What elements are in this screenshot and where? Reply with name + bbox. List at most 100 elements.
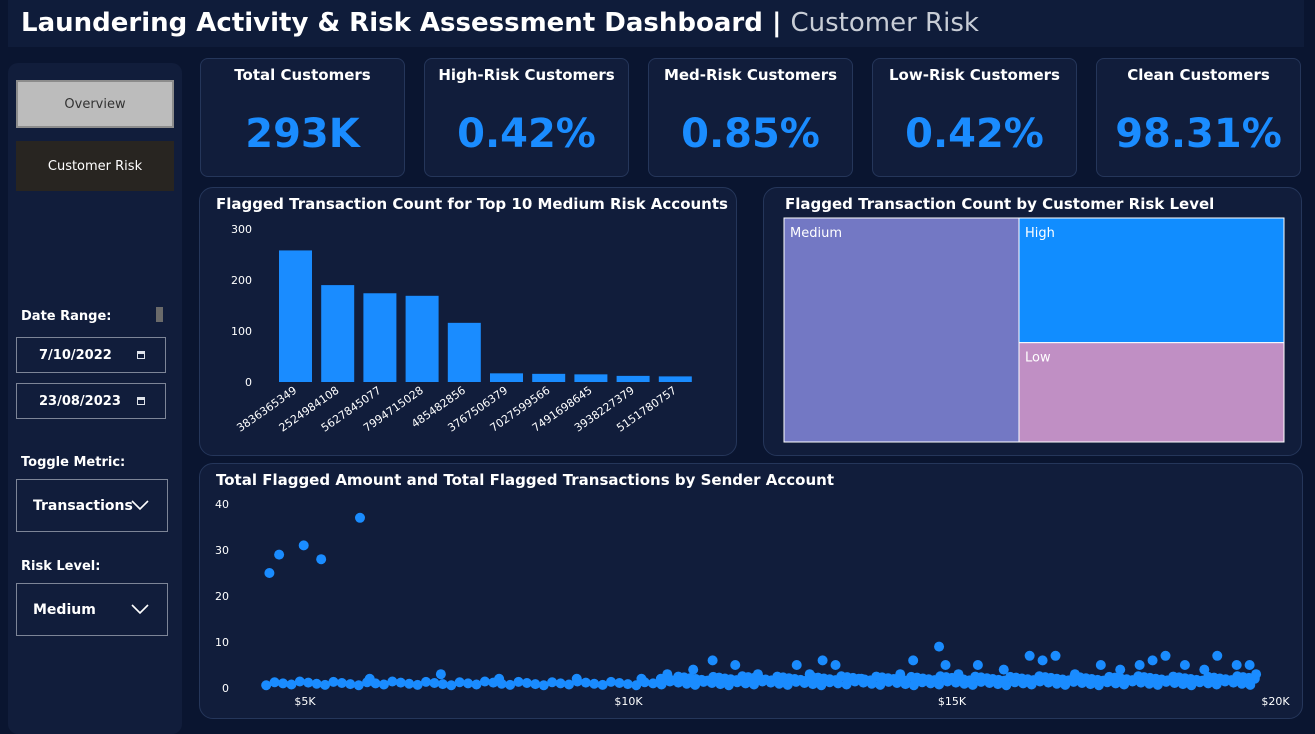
scatter-point[interactable]	[395, 677, 406, 688]
scatter-point[interactable]	[571, 673, 582, 684]
calendar-icon[interactable]	[137, 351, 145, 359]
title-bar: Laundering Activity & Risk Assessment Da…	[8, 0, 1304, 47]
y-tick-label: 10	[215, 636, 229, 649]
bar[interactable]	[574, 374, 608, 382]
scatter-point[interactable]	[336, 677, 347, 688]
scatter-point[interactable]	[972, 660, 983, 670]
scatter-point[interactable]	[387, 676, 398, 687]
end-date-value: 23/08/2023	[39, 393, 121, 409]
risk-level-dropdown[interactable]: Medium	[16, 583, 168, 636]
scatter-point[interactable]	[1212, 650, 1223, 661]
scatter-point[interactable]	[547, 677, 558, 688]
scatter-point[interactable]	[1147, 655, 1158, 666]
scatter-point[interactable]	[328, 676, 339, 687]
scatter-point[interactable]	[555, 678, 566, 689]
scatter-point[interactable]	[1134, 660, 1145, 670]
scatter-point[interactable]	[345, 679, 356, 690]
scatter-point[interactable]	[606, 676, 617, 687]
scatter-point[interactable]	[429, 677, 440, 688]
scatter-point[interactable]	[908, 655, 919, 666]
scatter-point[interactable]	[404, 678, 415, 689]
scatter-point[interactable]	[1160, 650, 1171, 661]
treemap-tile[interactable]	[1018, 342, 1285, 443]
end-date-field[interactable]: 23/08/2023	[16, 383, 166, 419]
slider-handle[interactable]	[156, 307, 163, 322]
scatter-point[interactable]	[730, 660, 741, 670]
kpi-label: Clean Customers	[1127, 66, 1270, 84]
nav-overview-button[interactable]: Overview	[16, 80, 174, 128]
nav-customer-risk-button[interactable]: Customer Risk	[16, 141, 174, 191]
kpi-value: 0.42%	[457, 111, 596, 157]
scatter-point[interactable]	[303, 677, 314, 688]
scatter-point[interactable]	[791, 660, 802, 670]
scatter-point[interactable]	[636, 673, 647, 684]
scatter-point[interactable]	[494, 673, 505, 684]
scatter-point[interactable]	[1244, 660, 1255, 670]
scatter-point[interactable]	[934, 641, 945, 652]
scatter-point[interactable]	[1050, 650, 1061, 661]
scatter-point[interactable]	[752, 669, 763, 680]
scatter-point[interactable]	[804, 669, 815, 680]
scatter-point[interactable]	[856, 673, 867, 684]
risk-level-label: Risk Level:	[21, 559, 101, 574]
bar[interactable]	[616, 375, 650, 382]
scatter-point[interactable]	[278, 678, 289, 689]
scatter-point[interactable]	[1179, 660, 1190, 670]
bar[interactable]	[532, 373, 566, 382]
scatter-point[interactable]	[1024, 650, 1035, 661]
scatter-point[interactable]	[662, 669, 673, 680]
treemap-tile[interactable]	[783, 217, 1020, 443]
scatter-point[interactable]	[1251, 669, 1262, 680]
scatter-point[interactable]	[513, 676, 524, 687]
start-date-field[interactable]: 7/10/2022	[16, 337, 166, 373]
scatter-point[interactable]	[1115, 664, 1126, 675]
toggle-metric-dropdown[interactable]: Transactions	[16, 479, 168, 532]
bar[interactable]	[658, 376, 692, 382]
scatter-point[interactable]	[437, 679, 448, 690]
scatter-point[interactable]	[454, 677, 465, 688]
y-tick-label: 40	[215, 498, 229, 511]
scatter-point[interactable]	[316, 554, 327, 565]
scatter-point[interactable]	[364, 673, 375, 684]
scatter-point[interactable]	[707, 655, 718, 666]
scatter-point[interactable]	[580, 677, 591, 688]
calendar-icon[interactable]	[137, 397, 145, 405]
kpi-card-high-risk: High-Risk Customers 0.42%	[424, 58, 629, 177]
scatter-point[interactable]	[1199, 664, 1210, 675]
scatter-point[interactable]	[1095, 660, 1106, 670]
treemap-tile[interactable]	[1018, 217, 1285, 344]
scatter-point[interactable]	[311, 678, 322, 689]
scatter-point[interactable]	[294, 676, 305, 687]
scatter-point[interactable]	[269, 677, 280, 688]
scatter-point[interactable]	[589, 678, 600, 689]
scatter-point[interactable]	[463, 678, 474, 689]
scatter-point[interactable]	[895, 669, 906, 680]
scatter-point[interactable]	[435, 669, 446, 680]
scatter-point[interactable]	[622, 679, 633, 690]
scatter-point[interactable]	[953, 669, 964, 680]
scatter-point[interactable]	[998, 664, 1009, 675]
bar[interactable]	[279, 250, 312, 382]
scatter-point[interactable]	[420, 676, 431, 687]
scatter-point[interactable]	[1231, 660, 1242, 670]
scatter-point[interactable]	[817, 655, 828, 666]
toggle-metric-label: Toggle Metric:	[21, 455, 126, 470]
scatter-point[interactable]	[274, 549, 285, 560]
scatter-point[interactable]	[614, 677, 625, 688]
scatter-point[interactable]	[298, 540, 309, 551]
scatter-point[interactable]	[354, 512, 365, 523]
bar[interactable]	[447, 322, 481, 382]
bar[interactable]	[405, 295, 439, 382]
scatter-point[interactable]	[479, 676, 490, 687]
scatter-point[interactable]	[688, 664, 699, 675]
bar[interactable]	[321, 285, 355, 382]
scatter-point[interactable]	[830, 660, 841, 670]
scatter-point[interactable]	[1069, 669, 1080, 680]
scatter-point[interactable]	[530, 679, 541, 690]
bar[interactable]	[363, 293, 397, 382]
scatter-point[interactable]	[264, 568, 275, 578]
scatter-point[interactable]	[521, 677, 532, 688]
bar[interactable]	[490, 373, 523, 382]
scatter-point[interactable]	[1037, 655, 1048, 666]
scatter-point[interactable]	[940, 660, 951, 670]
